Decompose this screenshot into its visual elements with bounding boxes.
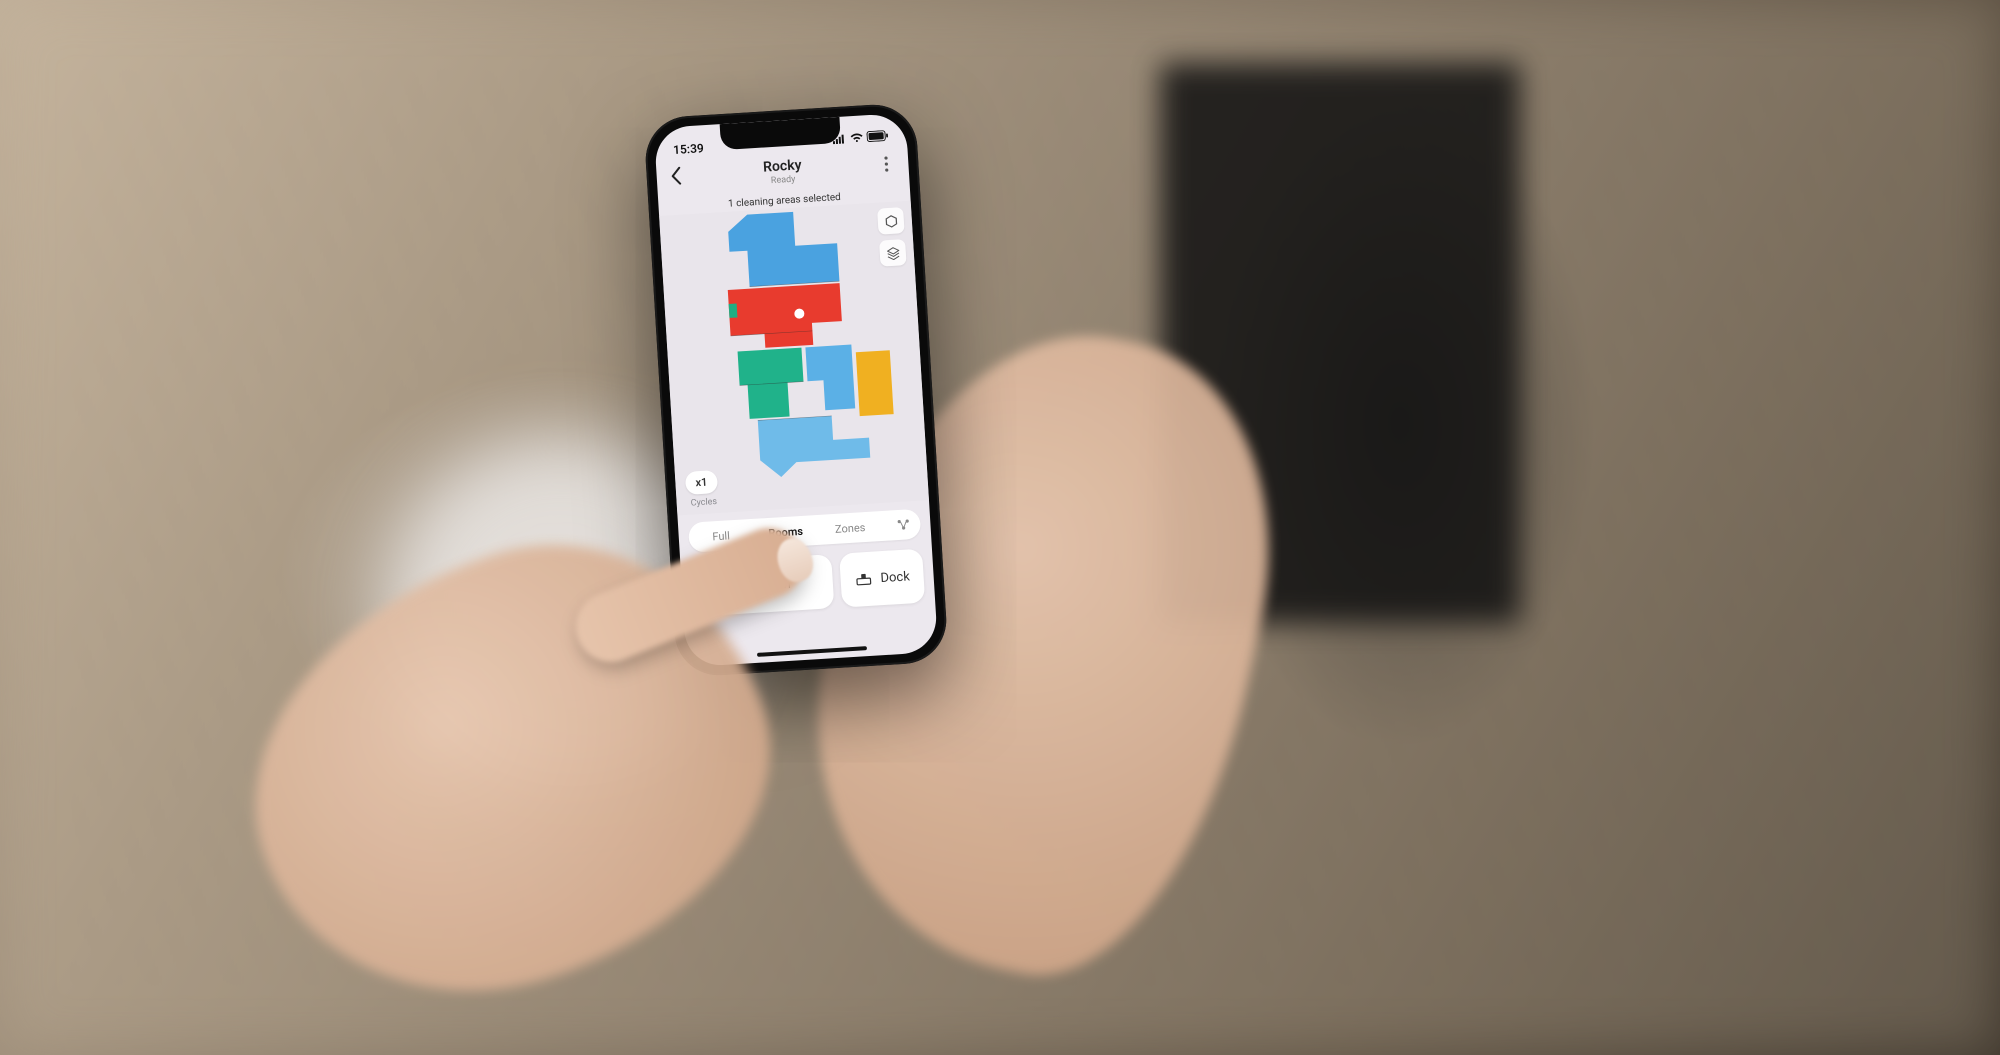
chevron-left-icon (670, 167, 682, 186)
room-b-accent (729, 303, 738, 317)
map-side-controls (877, 207, 906, 266)
status-icons (832, 130, 889, 147)
cycles-label: Cycles (686, 497, 718, 509)
more-menu-button[interactable] (878, 156, 895, 173)
routines-icon (895, 516, 912, 533)
wifi-icon (849, 131, 864, 146)
dock-icon (854, 572, 873, 587)
room-b[interactable] (728, 283, 843, 350)
map-layers-button[interactable] (879, 239, 907, 267)
floor-map[interactable]: x1 Cycles (659, 201, 929, 516)
map-3d-toggle-button[interactable] (877, 207, 905, 235)
scene-photo: 15:39 Rocky (0, 0, 2000, 1055)
room-a2[interactable] (758, 414, 871, 479)
floor-map-svg (685, 200, 902, 492)
battery-icon (866, 130, 889, 145)
layers-icon (885, 245, 901, 261)
room-a[interactable] (727, 209, 839, 287)
back-button[interactable] (670, 167, 682, 191)
cube-3d-icon (883, 213, 899, 229)
more-vertical-icon (884, 156, 889, 172)
status-time: 15:39 (673, 141, 705, 157)
cycles-pill[interactable]: x1 (685, 470, 718, 495)
home-indicator[interactable] (757, 646, 867, 657)
mode-option-zones[interactable]: Zones (818, 519, 883, 536)
routines-button[interactable] (888, 509, 920, 541)
room-d[interactable] (856, 350, 894, 416)
room-e[interactable] (805, 345, 855, 412)
dock-button[interactable]: Dock (839, 549, 925, 608)
robot-marker-icon (793, 307, 806, 320)
cycles-control: x1 Cycles (685, 470, 719, 509)
dock-button-label: Dock (880, 569, 910, 586)
